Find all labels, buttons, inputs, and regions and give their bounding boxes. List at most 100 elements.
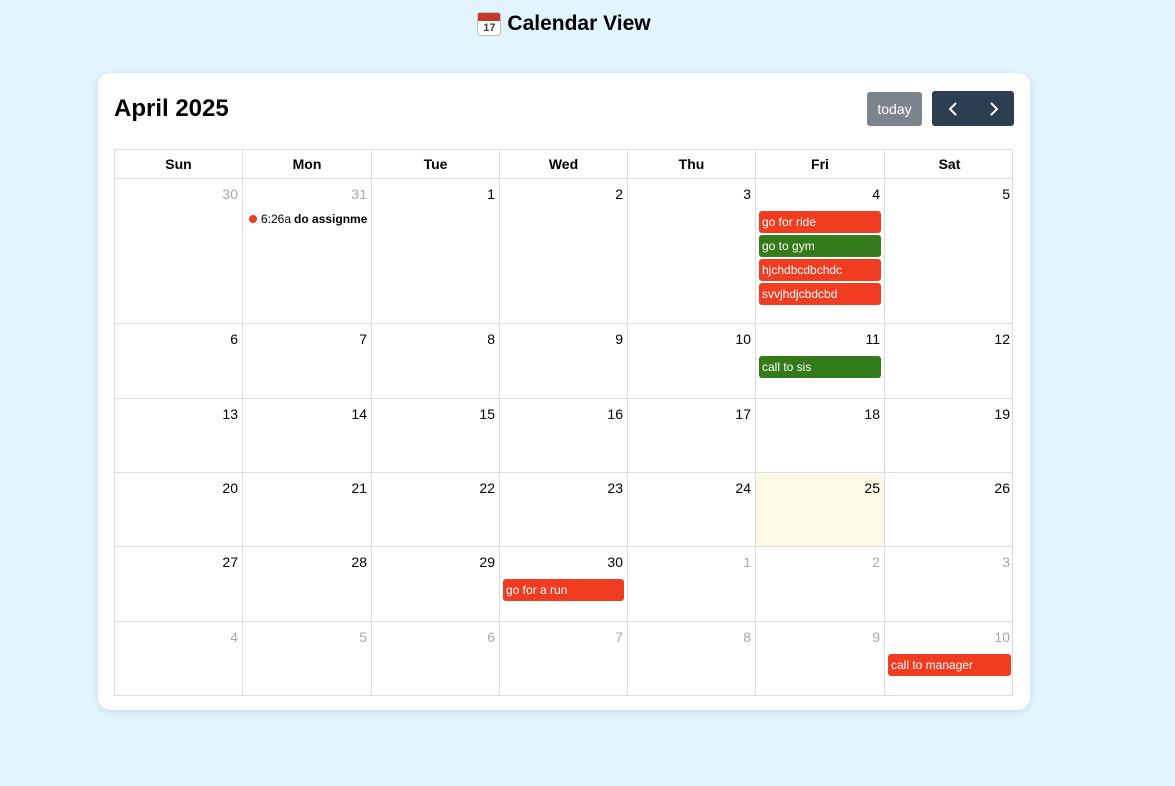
page-title-text: Calendar View: [507, 12, 651, 35]
day-number[interactable]: 9: [503, 330, 624, 348]
day-cell[interactable]: 27: [115, 547, 243, 621]
day-number[interactable]: 11: [759, 330, 881, 348]
week-row: 4 5 6 7 8 9 10 call to manager: [115, 621, 1012, 695]
day-cell[interactable]: 21: [243, 473, 372, 546]
day-cell[interactable]: 19: [885, 399, 1014, 472]
day-cell[interactable]: 16: [500, 399, 628, 472]
day-cell[interactable]: 13: [115, 399, 243, 472]
day-number[interactable]: 13: [118, 405, 239, 423]
day-cell[interactable]: 2: [756, 547, 885, 621]
day-cell[interactable]: 1: [372, 179, 500, 323]
day-number[interactable]: 6: [118, 330, 239, 348]
day-number[interactable]: 17: [631, 405, 752, 423]
day-cell[interactable]: 7: [500, 622, 628, 695]
day-cell[interactable]: 30 go for a run: [500, 547, 628, 621]
day-cell[interactable]: 3: [885, 547, 1014, 621]
weekday-header-row: Sun Mon Tue Wed Thu Fri Sat: [114, 149, 1013, 178]
day-cell[interactable]: 8: [628, 622, 756, 695]
day-cell[interactable]: 9: [500, 324, 628, 398]
day-number[interactable]: 30: [503, 553, 624, 571]
day-cell[interactable]: 5: [243, 622, 372, 695]
day-number[interactable]: 4: [118, 628, 239, 646]
day-cell[interactable]: 29: [372, 547, 500, 621]
day-cell[interactable]: 24: [628, 473, 756, 546]
event-item[interactable]: call to sis: [759, 356, 881, 378]
day-number[interactable]: 23: [503, 479, 624, 497]
day-cell[interactable]: 7: [243, 324, 372, 398]
day-cell[interactable]: 31 6:26ado assignment: [243, 179, 372, 323]
day-number[interactable]: 15: [375, 405, 496, 423]
day-cell[interactable]: 22: [372, 473, 500, 546]
day-cell[interactable]: 3: [628, 179, 756, 323]
event-item[interactable]: 6:26ado assignment: [246, 208, 368, 230]
event-item[interactable]: hjchdbcdbchdc: [759, 259, 881, 281]
event-item[interactable]: go for a run: [503, 579, 624, 601]
day-cell[interactable]: 4: [115, 622, 243, 695]
day-number[interactable]: 7: [503, 628, 624, 646]
day-cell[interactable]: 28: [243, 547, 372, 621]
day-number[interactable]: 20: [118, 479, 239, 497]
event-item[interactable]: go to gym: [759, 235, 881, 257]
event-item[interactable]: call to manager: [888, 654, 1011, 676]
day-number[interactable]: 29: [375, 553, 496, 571]
day-number[interactable]: 14: [246, 405, 368, 423]
day-cell[interactable]: 1: [628, 547, 756, 621]
day-cell[interactable]: 10: [628, 324, 756, 398]
day-number[interactable]: 7: [246, 330, 368, 348]
day-number[interactable]: 19: [888, 405, 1011, 423]
day-number[interactable]: 2: [503, 185, 624, 203]
event-item[interactable]: go for ride: [759, 211, 881, 233]
day-cell[interactable]: 14: [243, 399, 372, 472]
day-cell[interactable]: 23: [500, 473, 628, 546]
day-number[interactable]: 28: [246, 553, 368, 571]
day-cell[interactable]: 5: [885, 179, 1014, 323]
day-number[interactable]: 10: [888, 628, 1011, 646]
day-cell[interactable]: 10 call to manager: [885, 622, 1014, 695]
day-cell[interactable]: 11 call to sis: [756, 324, 885, 398]
day-number[interactable]: 26: [888, 479, 1011, 497]
day-cell[interactable]: 8: [372, 324, 500, 398]
day-number[interactable]: 5: [246, 628, 368, 646]
day-cell[interactable]: 6: [115, 324, 243, 398]
day-number[interactable]: 1: [631, 553, 752, 571]
prev-month-button[interactable]: [932, 91, 973, 126]
day-number[interactable]: 4: [759, 185, 881, 203]
day-number[interactable]: 12: [888, 330, 1011, 348]
day-cell[interactable]: 12: [885, 324, 1014, 398]
day-number[interactable]: 16: [503, 405, 624, 423]
day-number[interactable]: 27: [118, 553, 239, 571]
day-number[interactable]: 8: [375, 330, 496, 348]
day-number[interactable]: 30: [118, 185, 239, 203]
day-number[interactable]: 18: [759, 405, 881, 423]
day-number[interactable]: 9: [759, 628, 881, 646]
weekday-header-tue: Tue: [372, 150, 500, 178]
day-number[interactable]: 3: [888, 553, 1011, 571]
day-cell[interactable]: 26: [885, 473, 1014, 546]
day-number[interactable]: 6: [375, 628, 496, 646]
day-number[interactable]: 2: [759, 553, 881, 571]
event-list: call to manager: [888, 654, 1011, 676]
day-cell[interactable]: 6: [372, 622, 500, 695]
day-cell[interactable]: 2: [500, 179, 628, 323]
day-number[interactable]: 31: [246, 185, 368, 203]
day-cell[interactable]: 17: [628, 399, 756, 472]
event-item[interactable]: svvjhdjcbdcbd: [759, 283, 881, 305]
day-number[interactable]: 24: [631, 479, 752, 497]
day-cell[interactable]: 20: [115, 473, 243, 546]
day-number[interactable]: 5: [888, 185, 1011, 203]
day-cell[interactable]: 18: [756, 399, 885, 472]
day-number[interactable]: 21: [246, 479, 368, 497]
day-number[interactable]: 8: [631, 628, 752, 646]
today-button[interactable]: today: [867, 92, 922, 126]
next-month-button[interactable]: [973, 91, 1014, 126]
day-number[interactable]: 25: [759, 479, 881, 497]
day-number[interactable]: 3: [631, 185, 752, 203]
day-cell[interactable]: 4 go for ride go to gym hjchdbcdbchdc svvjhd…: [756, 179, 885, 323]
day-cell-today[interactable]: 25: [756, 473, 885, 546]
day-number[interactable]: 22: [375, 479, 496, 497]
day-cell[interactable]: 9: [756, 622, 885, 695]
day-cell[interactable]: 30: [115, 179, 243, 323]
day-cell[interactable]: 15: [372, 399, 500, 472]
day-number[interactable]: 1: [375, 185, 496, 203]
day-number[interactable]: 10: [631, 330, 752, 348]
